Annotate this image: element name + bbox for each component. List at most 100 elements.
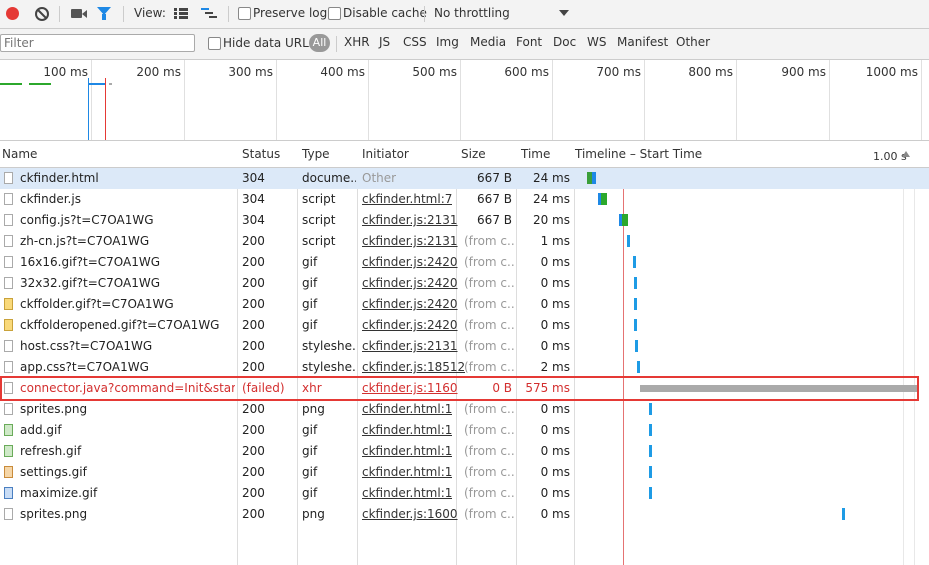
image-icon bbox=[4, 445, 13, 457]
overview-bar bbox=[0, 83, 22, 85]
request-size: (from c... bbox=[464, 402, 515, 416]
timing-bar bbox=[635, 340, 638, 352]
table-row[interactable]: settings.gif 200 gif ckfinder.html:1 (fr… bbox=[0, 462, 929, 483]
request-initiator[interactable]: ckfinder.html:7 bbox=[362, 192, 452, 206]
request-initiator[interactable]: ckfinder.js:2131 bbox=[362, 234, 458, 248]
column-header-time[interactable]: Time bbox=[521, 147, 550, 161]
filter-other-button[interactable]: Other bbox=[676, 35, 710, 49]
image-icon bbox=[4, 256, 13, 268]
table-row[interactable]: ckfinder.html 304 docume... Other 667 B … bbox=[0, 168, 929, 189]
clear-icon[interactable] bbox=[35, 7, 49, 21]
request-initiator[interactable]: ckfinder.js:2420 bbox=[362, 318, 458, 332]
overview-tick-label: 500 ms bbox=[412, 65, 457, 79]
request-size: 667 B bbox=[477, 171, 512, 185]
hide-data-urls-checkbox[interactable] bbox=[208, 37, 221, 50]
request-initiator[interactable]: ckfinder.html:1 bbox=[362, 444, 452, 458]
table-row[interactable]: zh-cn.js?t=C7OA1WG 200 script ckfinder.j… bbox=[0, 231, 929, 252]
table-row[interactable]: ckffolder.gif?t=C7OA1WG 200 gif ckfinder… bbox=[0, 294, 929, 315]
requests-table: Name Status Type Initiator Size Time Tim… bbox=[0, 141, 929, 565]
request-time: 24 ms bbox=[532, 171, 570, 185]
table-row[interactable]: sprites.png 200 png ckfinder.html:1 (fro… bbox=[0, 399, 929, 420]
request-initiator[interactable]: ckfinder.js:2420 bbox=[362, 297, 458, 311]
request-status: 200 bbox=[242, 507, 265, 521]
timing-bar bbox=[637, 361, 640, 373]
table-row[interactable]: sprites.png 200 png ckfinder.js:1600 (fr… bbox=[0, 504, 929, 525]
table-row[interactable]: app.css?t=C7OA1WG 200 styleshe... ckfind… bbox=[0, 357, 929, 378]
large-rows-view-icon[interactable] bbox=[174, 8, 188, 20]
table-row[interactable]: ckffolderopened.gif?t=C7OA1WG 200 gif ck… bbox=[0, 315, 929, 336]
image-icon bbox=[4, 424, 13, 436]
timing-bar bbox=[842, 508, 845, 520]
filter-xhr-button[interactable]: XHR bbox=[344, 35, 370, 49]
request-initiator[interactable]: ckfinder.js:1600 bbox=[362, 507, 458, 521]
camera-icon[interactable] bbox=[71, 9, 87, 18]
stylesheet-icon bbox=[4, 340, 13, 352]
table-row[interactable]: add.gif 200 gif ckfinder.html:1 (from c.… bbox=[0, 420, 929, 441]
image-icon bbox=[4, 508, 13, 520]
request-name: config.js?t=C7OA1WG bbox=[20, 213, 154, 227]
filter-font-button[interactable]: Font bbox=[516, 35, 542, 49]
filter-input[interactable] bbox=[0, 34, 195, 52]
column-header-name[interactable]: Name bbox=[2, 147, 37, 161]
request-status: 200 bbox=[242, 402, 265, 416]
sort-ascending-icon[interactable] bbox=[902, 151, 910, 157]
request-status: 200 bbox=[242, 234, 265, 248]
image-icon bbox=[4, 403, 13, 415]
filter-doc-button[interactable]: Doc bbox=[553, 35, 576, 49]
request-status: 304 bbox=[242, 213, 265, 227]
timing-bar bbox=[634, 277, 637, 289]
preserve-log-checkbox[interactable] bbox=[238, 7, 251, 20]
filter-ws-button[interactable]: WS bbox=[587, 35, 606, 49]
waterfall-view-icon[interactable] bbox=[201, 8, 217, 20]
record-icon[interactable] bbox=[6, 7, 19, 20]
filter-js-button[interactable]: JS bbox=[379, 35, 390, 49]
request-initiator[interactable]: ckfinder.js:2131 bbox=[362, 213, 458, 227]
request-initiator[interactable]: ckfinder.html:1 bbox=[362, 423, 452, 437]
image-icon bbox=[4, 487, 13, 499]
request-initiator[interactable]: ckfinder.js:2131 bbox=[362, 339, 458, 353]
chevron-down-icon[interactable] bbox=[559, 10, 569, 16]
request-size: (from c... bbox=[464, 486, 515, 500]
filter-media-button[interactable]: Media bbox=[470, 35, 506, 49]
filter-icon[interactable] bbox=[97, 7, 111, 20]
filter-manifest-button[interactable]: Manifest bbox=[617, 35, 668, 49]
column-header-timeline[interactable]: Timeline – Start Time bbox=[575, 147, 702, 161]
table-row[interactable]: 32x32.gif?t=C7OA1WG 200 gif ckfinder.js:… bbox=[0, 273, 929, 294]
column-header-type[interactable]: Type bbox=[302, 147, 330, 161]
request-initiator[interactable]: ckfinder.html:1 bbox=[362, 402, 452, 416]
request-type: gif bbox=[302, 276, 318, 290]
disable-cache-label: Disable cache bbox=[343, 6, 427, 20]
request-status: 200 bbox=[242, 465, 265, 479]
request-initiator[interactable]: ckfinder.html:1 bbox=[362, 486, 452, 500]
overview-tick-label: 100 ms bbox=[43, 65, 88, 79]
timeline-overview[interactable]: 100 ms 200 ms 300 ms 400 ms 500 ms 600 m… bbox=[0, 60, 929, 141]
table-row[interactable]: maximize.gif 200 gif ckfinder.html:1 (fr… bbox=[0, 483, 929, 504]
request-initiator[interactable]: ckfinder.js:18512 bbox=[362, 360, 465, 374]
image-icon bbox=[4, 277, 13, 289]
disable-cache-checkbox[interactable] bbox=[328, 7, 341, 20]
request-initiator[interactable]: ckfinder.js:2420 bbox=[362, 276, 458, 290]
hide-data-urls-label: Hide data URLs bbox=[223, 36, 316, 50]
timing-bar bbox=[587, 172, 596, 184]
filter-img-button[interactable]: Img bbox=[436, 35, 459, 49]
filter-css-button[interactable]: CSS bbox=[403, 35, 427, 49]
document-icon bbox=[4, 172, 13, 184]
request-size: (from c... bbox=[464, 423, 515, 437]
table-row[interactable]: 16x16.gif?t=C7OA1WG 200 gif ckfinder.js:… bbox=[0, 252, 929, 273]
column-header-initiator[interactable]: Initiator bbox=[362, 147, 409, 161]
request-initiator[interactable]: ckfinder.js:2420 bbox=[362, 255, 458, 269]
request-initiator[interactable]: ckfinder.html:1 bbox=[362, 465, 452, 479]
throttling-select[interactable]: No throttling bbox=[434, 6, 510, 20]
request-time: 0 ms bbox=[540, 444, 570, 458]
table-row[interactable]: host.css?t=C7OA1WG 200 styleshe... ckfin… bbox=[0, 336, 929, 357]
overview-tick-label: 300 ms bbox=[228, 65, 273, 79]
request-status: 200 bbox=[242, 444, 265, 458]
table-row[interactable]: ckfinder.js 304 script ckfinder.html:7 6… bbox=[0, 189, 929, 210]
request-name: settings.gif bbox=[20, 465, 87, 479]
table-row[interactable]: config.js?t=C7OA1WG 304 script ckfinder.… bbox=[0, 210, 929, 231]
filter-all-button[interactable]: All bbox=[309, 34, 330, 52]
overview-tick-label: 900 ms bbox=[781, 65, 826, 79]
column-header-status[interactable]: Status bbox=[242, 147, 280, 161]
column-header-size[interactable]: Size bbox=[461, 147, 486, 161]
table-row[interactable]: refresh.gif 200 gif ckfinder.html:1 (fro… bbox=[0, 441, 929, 462]
